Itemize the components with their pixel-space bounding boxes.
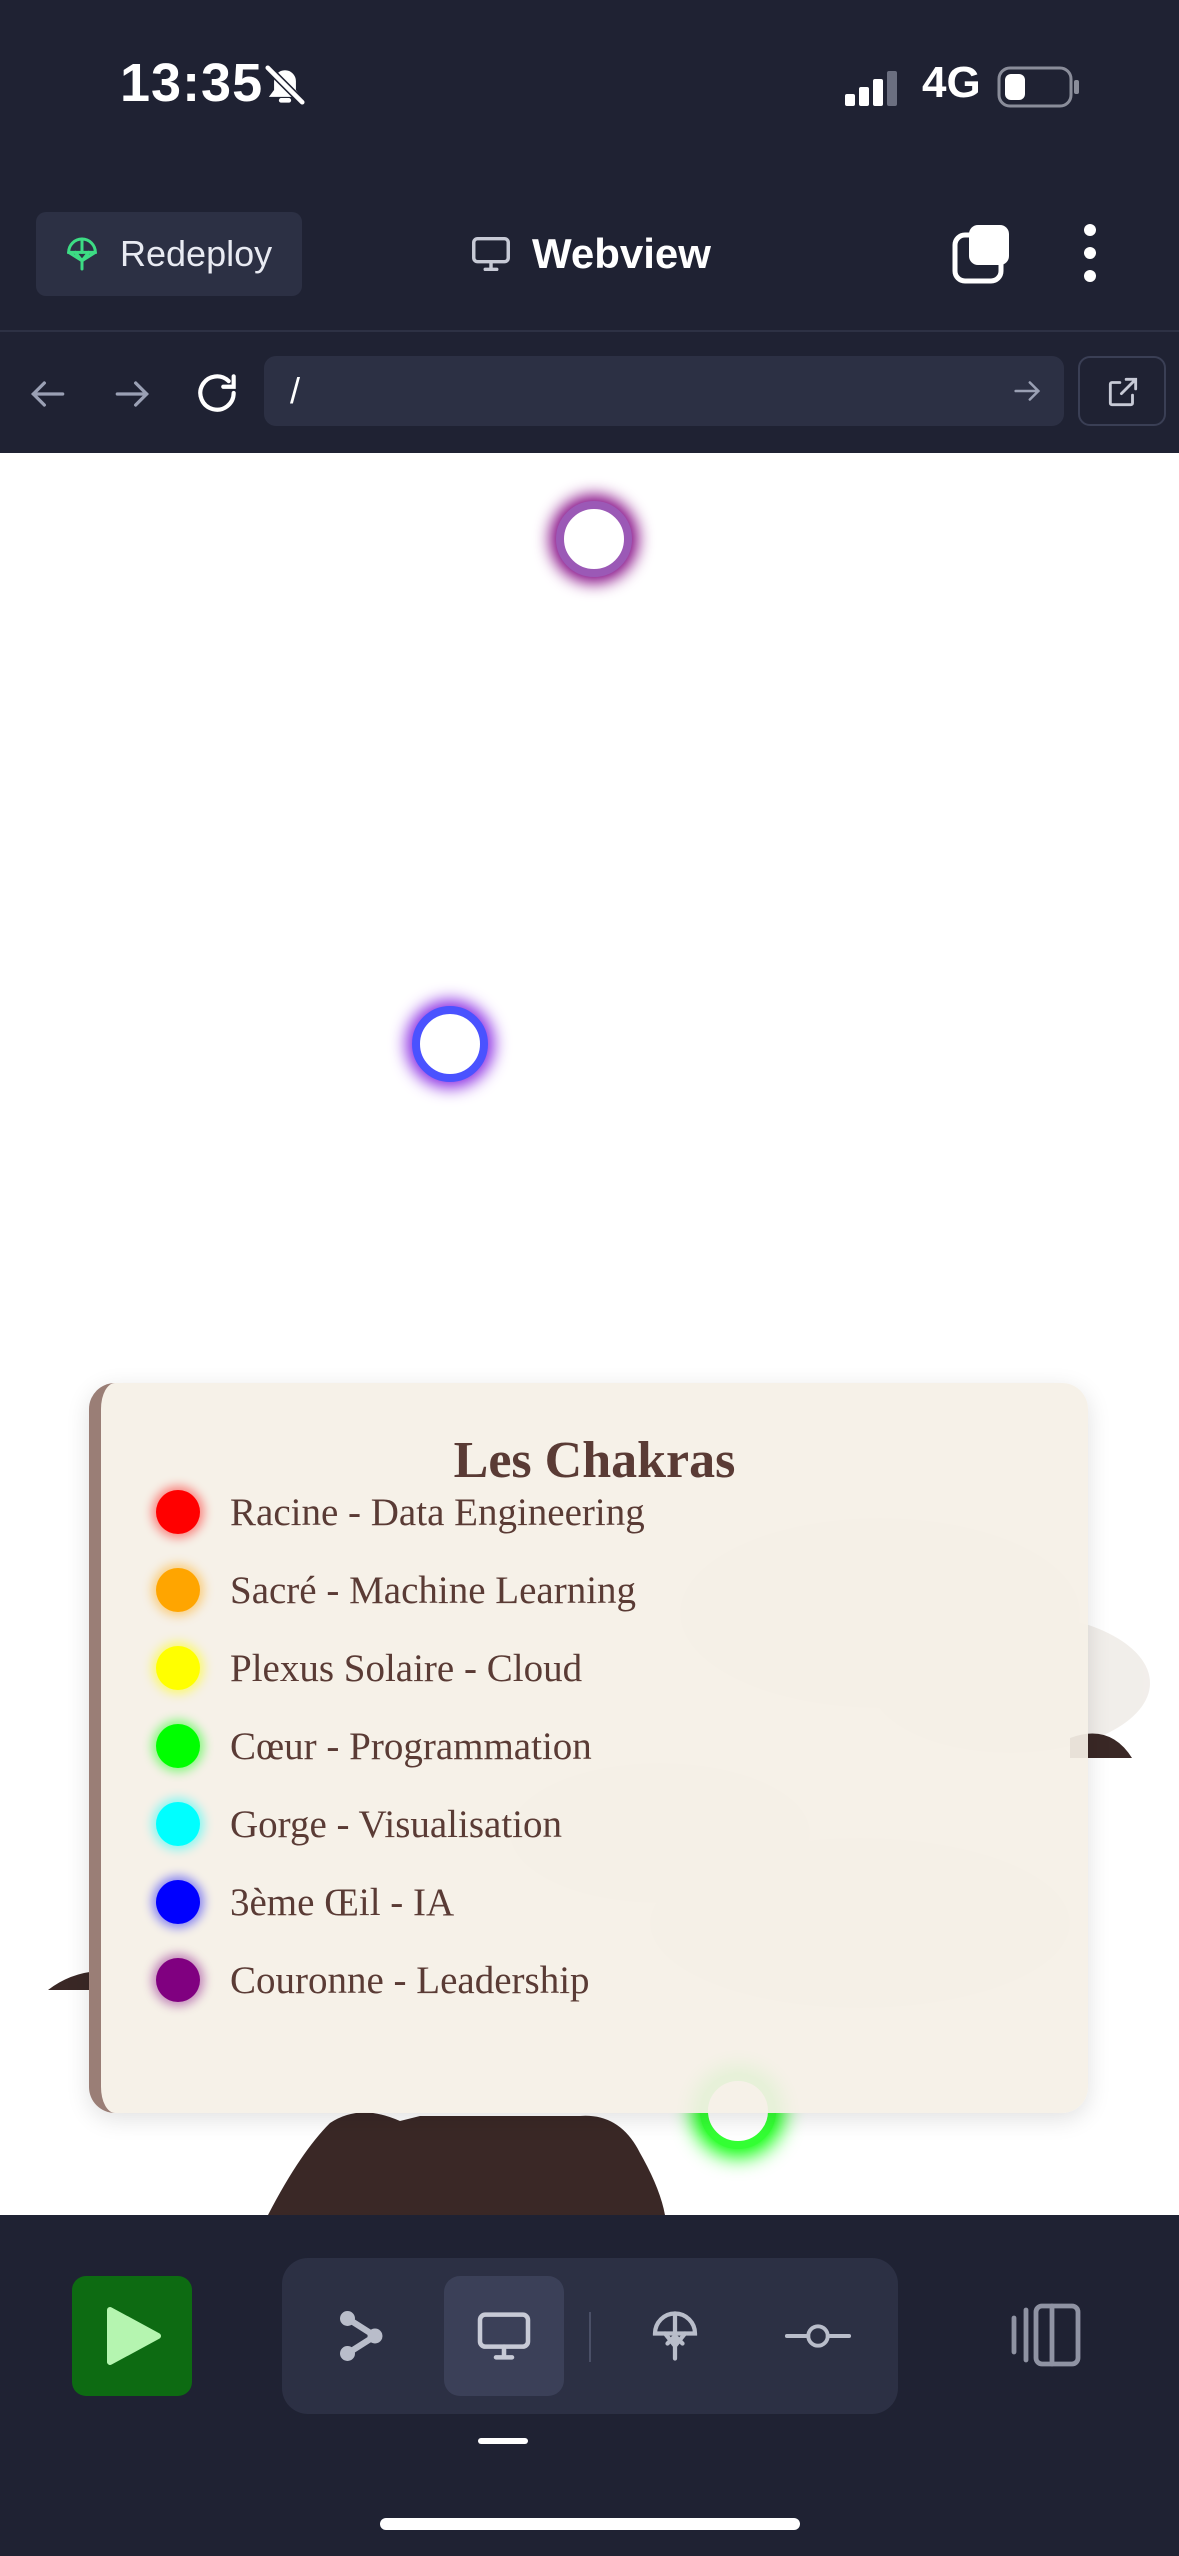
webview-content: Les Chakras Racine - Data Engineering Sa…: [0, 453, 1179, 2215]
legend-item: Cœur - Programmation: [156, 1716, 592, 1776]
legend-item-label: Racine - Data Engineering: [230, 1490, 645, 1534]
legend-dot: [156, 1802, 200, 1846]
sidebar-toggle-button[interactable]: [1008, 2300, 1084, 2370]
deploy-tool-button[interactable]: [615, 2276, 735, 2396]
go-arrow-icon[interactable]: [1010, 374, 1044, 417]
legend-item: Gorge - Visualisation: [156, 1794, 562, 1854]
legend-item: Plexus Solaire - Cloud: [156, 1638, 582, 1698]
legend-dot: [156, 1724, 200, 1768]
run-button[interactable]: [72, 2276, 192, 2396]
bell-muted-icon: [262, 62, 308, 113]
webview-title: Webview: [468, 224, 711, 284]
legend-dot: [156, 1568, 200, 1612]
redeploy-button[interactable]: Redeploy: [36, 212, 302, 296]
more-vertical-icon[interactable]: [1070, 220, 1110, 291]
forward-icon[interactable]: [110, 372, 154, 421]
legend-item-label: Sacré - Machine Learning: [230, 1568, 637, 1612]
run-icon: [106, 2306, 162, 2371]
page-title: Webview: [532, 230, 711, 277]
url-value: /: [290, 370, 301, 411]
legend-item-label: Gorge - Visualisation: [230, 1802, 563, 1846]
deploy-icon: [645, 2306, 705, 2366]
toolbar-divider: [589, 2312, 591, 2362]
crown-chakra-orb: [556, 501, 632, 577]
sidebar-icon: [1008, 2300, 1084, 2370]
network-type: 4G: [922, 58, 981, 107]
third-eye-chakra-orb: [412, 1006, 488, 1082]
graph-icon: [330, 2306, 390, 2366]
active-tab-indicator: [478, 2438, 528, 2444]
chakra-legend: Les Chakras Racine - Data Engineering Sa…: [89, 1383, 1088, 2113]
external-link-button[interactable]: [1078, 356, 1166, 426]
reload-icon[interactable]: [192, 368, 242, 423]
legend-item: Couronne - Leadership: [156, 1950, 590, 2010]
home-indicator[interactable]: [380, 2518, 800, 2530]
legend-dot: [156, 1646, 200, 1690]
monitor-icon: [468, 231, 514, 277]
legend-dot: [156, 1880, 200, 1924]
legend-dot: [156, 1490, 200, 1534]
webview-tool-button[interactable]: [444, 2276, 564, 2396]
webview-icon: [472, 2304, 536, 2368]
back-icon[interactable]: [26, 372, 70, 421]
redeploy-icon: [62, 234, 102, 274]
external-link-icon: [1104, 373, 1142, 416]
git-commit-icon: [783, 2316, 853, 2356]
git-commit-tool-button[interactable]: [758, 2276, 878, 2396]
legend-item: 3ème Œil - IA: [156, 1872, 454, 1932]
legend-item-label: Couronne - Leadership: [230, 1958, 590, 2002]
status-time: 13:35: [120, 53, 264, 113]
redeploy-label: Redeploy: [120, 233, 273, 274]
legend-item-label: Cœur - Programmation: [230, 1724, 592, 1768]
battery-icon: [997, 66, 1081, 113]
legend-item-label: 3ème Œil - IA: [230, 1880, 455, 1924]
graph-tool-button[interactable]: [300, 2276, 420, 2396]
tabs-icon[interactable]: [952, 222, 1014, 289]
legend-item: Racine - Data Engineering: [156, 1482, 645, 1542]
signal-icon: [843, 70, 903, 111]
legend-item: Sacré - Machine Learning: [156, 1560, 636, 1620]
legend-dot: [156, 1958, 200, 2002]
legend-item-label: Plexus Solaire - Cloud: [230, 1646, 583, 1690]
url-input[interactable]: /: [264, 356, 1064, 426]
